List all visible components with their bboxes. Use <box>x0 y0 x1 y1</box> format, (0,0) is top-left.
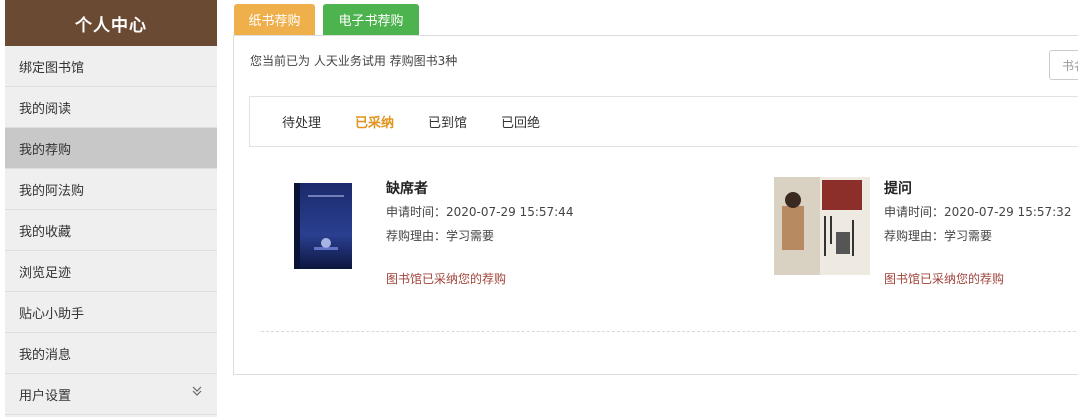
book-title[interactable]: 提问 <box>884 178 912 198</box>
sidebar-item-label: 用户设置 <box>19 388 72 404</box>
sidebar-item-my-recommendations[interactable]: 我的荐购 <box>5 128 217 169</box>
sidebar-item-favorites[interactable]: 我的收藏 <box>5 210 217 251</box>
status-filter-bar: 待处理 已采纳 已到馆 已回绝 <box>249 96 1078 147</box>
chevron-double-down-icon <box>191 385 203 400</box>
sidebar: 个人中心 绑定图书馆 我的阅读 我的荐购 我的阿法购 我的收藏 浏览足迹 贴心小… <box>5 0 217 417</box>
book-cover-image[interactable] <box>772 176 872 276</box>
sidebar-item-alpha-purchase[interactable]: 我的阿法购 <box>5 169 217 210</box>
sidebar-item-user-settings[interactable]: 用户设置 <box>5 374 217 415</box>
divider <box>261 331 1078 332</box>
tab-pending[interactable]: 待处理 <box>282 112 321 131</box>
request-time: 申请时间：2020-07-29 15:57:32 <box>884 205 1072 219</box>
sidebar-item-history[interactable]: 浏览足迹 <box>5 251 217 292</box>
tab-rejected[interactable]: 已回绝 <box>501 112 540 131</box>
tab-ebook-recommend[interactable]: 电子书荐购 <box>323 4 419 35</box>
book-title[interactable]: 缺席者 <box>386 178 428 198</box>
sidebar-item-messages[interactable]: 我的消息 <box>5 333 217 374</box>
sidebar-item-assistant[interactable]: 贴心小助手 <box>5 292 217 333</box>
request-reason: 荐购理由：学习需要 <box>884 229 993 243</box>
sidebar-item-my-reading[interactable]: 我的阅读 <box>5 87 217 128</box>
sidebar-title: 个人中心 <box>5 0 217 46</box>
request-time: 申请时间：2020-07-29 15:57:44 <box>386 205 574 219</box>
search-input[interactable]: 书名 <box>1049 50 1078 80</box>
recommend-summary: 您当前已为 人天业务试用 荐购图书3种 <box>250 54 458 68</box>
status-badge: 图书馆已采纳您的荐购 <box>386 272 507 286</box>
tab-arrived[interactable]: 已到馆 <box>428 112 467 131</box>
tab-accepted[interactable]: 已采纳 <box>355 112 394 131</box>
sidebar-item-bind-library[interactable]: 绑定图书馆 <box>5 46 217 87</box>
book-cover-image[interactable] <box>274 176 374 276</box>
request-reason: 荐购理由：学习需要 <box>386 229 495 243</box>
status-badge: 图书馆已采纳您的荐购 <box>884 272 1005 286</box>
tab-paper-book-recommend[interactable]: 纸书荐购 <box>234 4 315 35</box>
main-panel: 您当前已为 人天业务试用 荐购图书3种 书名 待处理 已采纳 已到馆 已回绝 <box>233 35 1078 375</box>
